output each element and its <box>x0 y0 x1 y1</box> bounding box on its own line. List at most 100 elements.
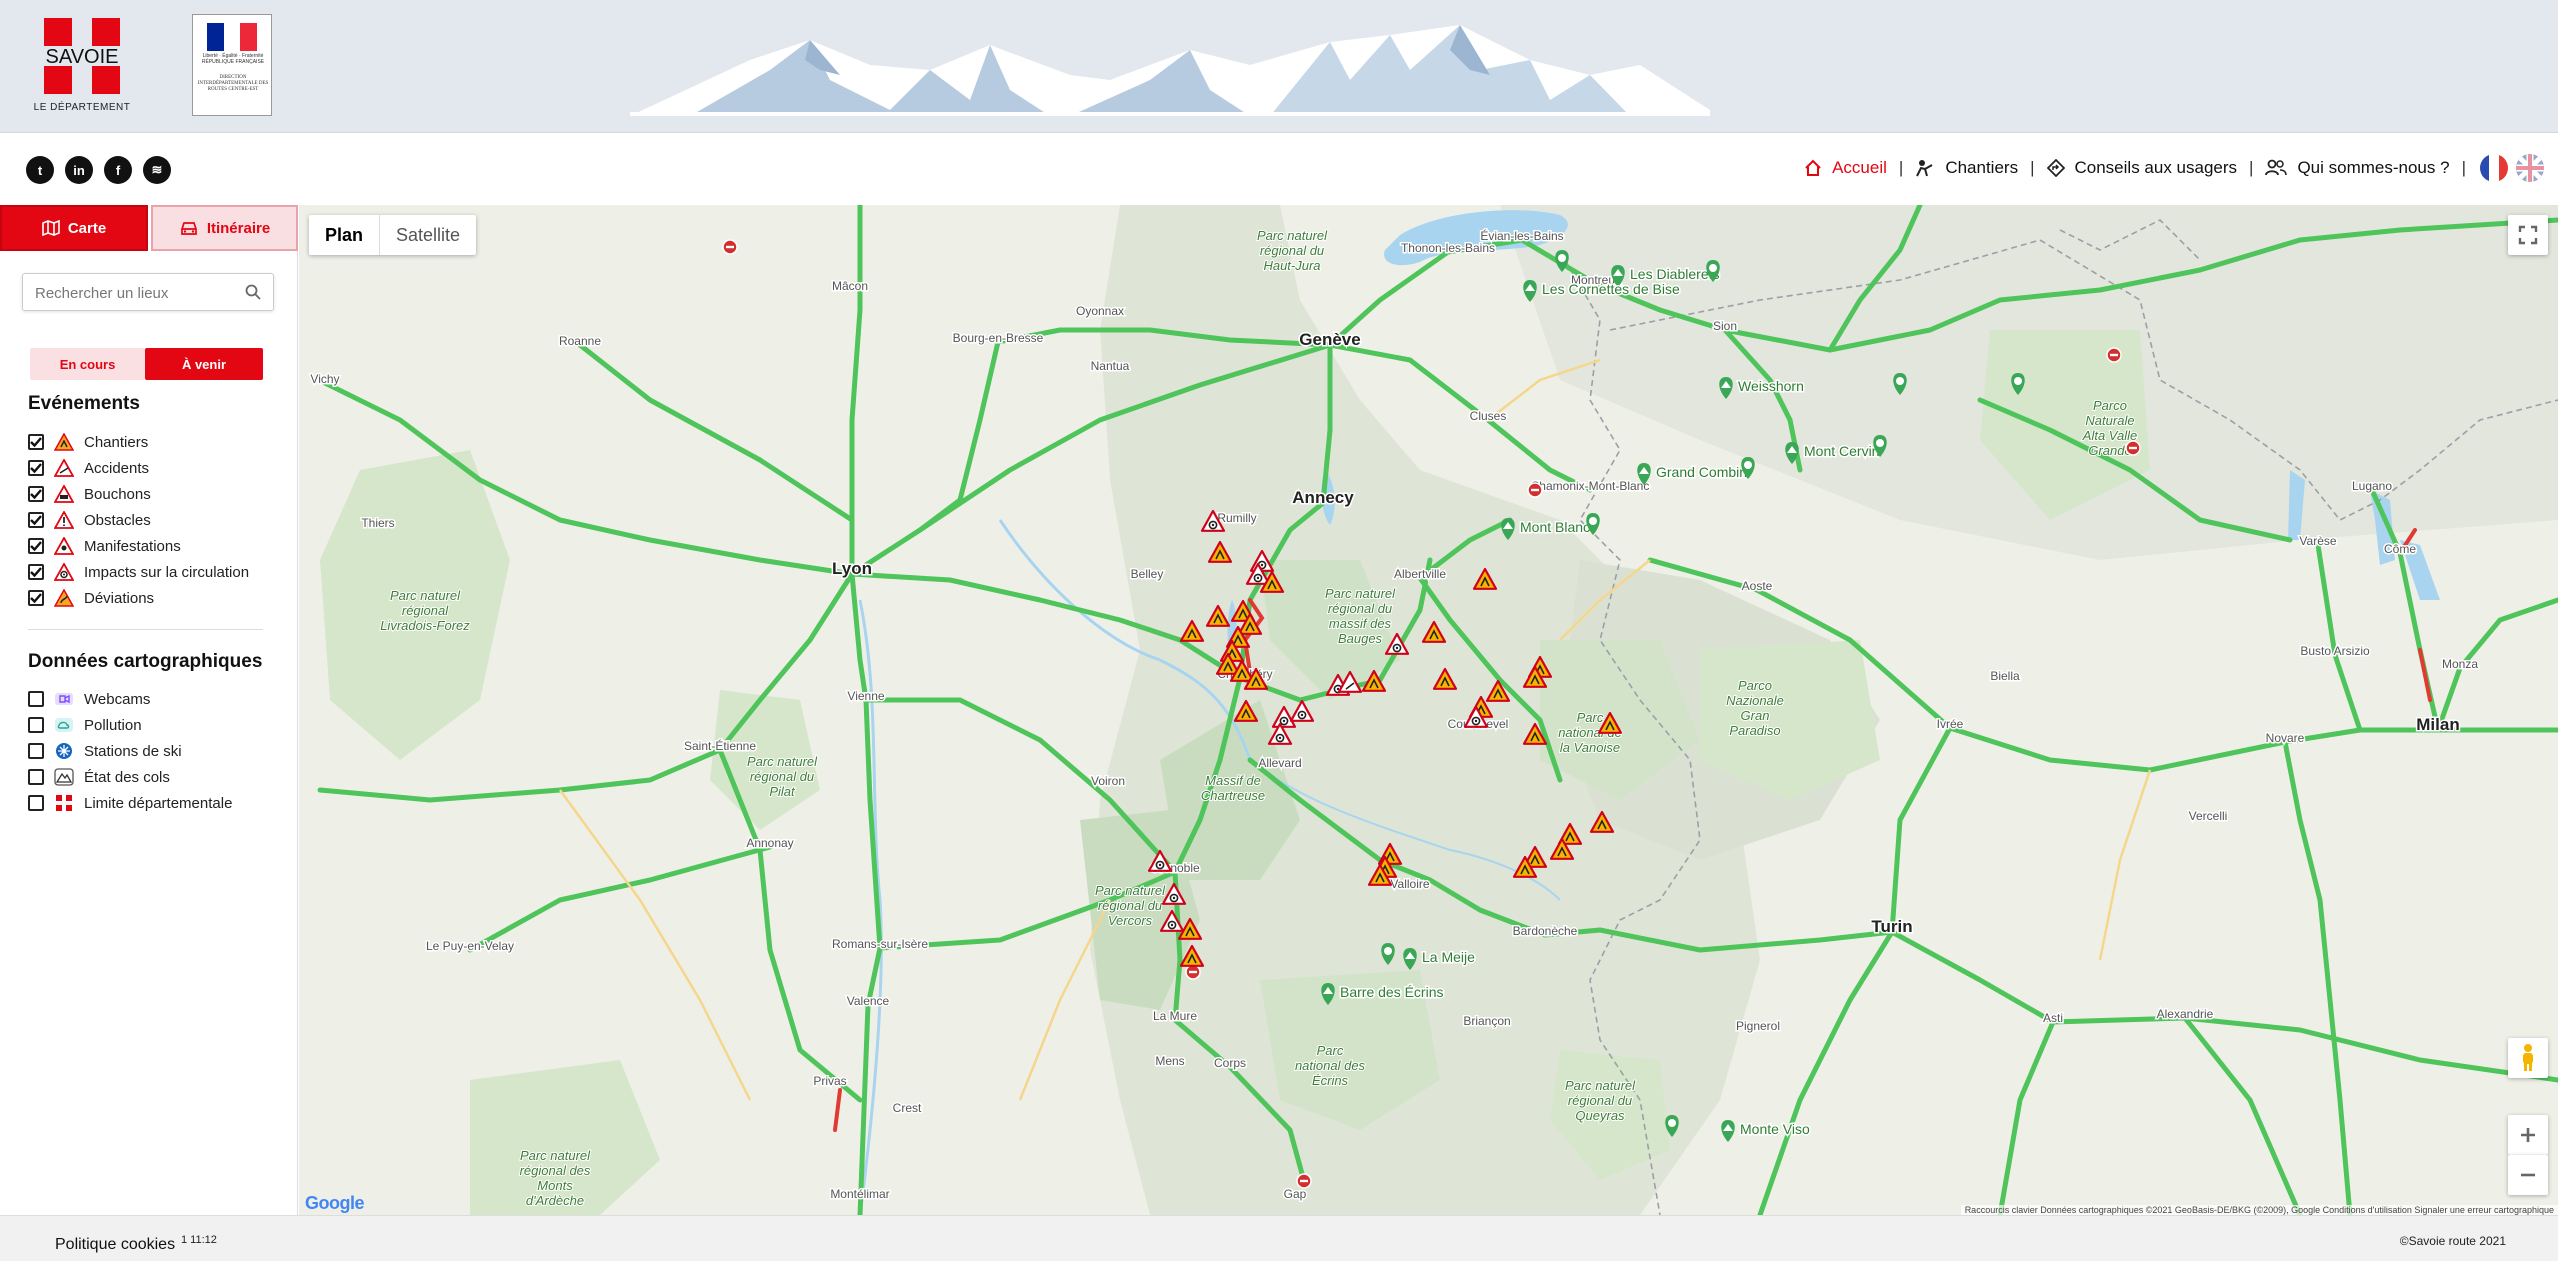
peak-label: Weisshorn <box>1738 378 1804 394</box>
checkbox[interactable] <box>28 434 44 450</box>
legend-label: État des cols <box>84 768 170 786</box>
logo-name: SAVOIE <box>45 46 119 68</box>
savoie-logo[interactable]: SAVOIE LE DÉPARTEMENT <box>26 18 138 114</box>
search-input[interactable] <box>35 282 235 304</box>
toggle-en-cours[interactable]: En cours <box>30 348 145 380</box>
checkbox[interactable] <box>28 717 44 733</box>
rss-icon[interactable]: ≋ <box>143 156 171 184</box>
facebook-icon[interactable]: f <box>104 156 132 184</box>
city-label: Belley <box>1131 567 1164 581</box>
check-icon <box>30 541 42 552</box>
lang-en-flag-icon[interactable] <box>2516 154 2544 182</box>
road-closed-icon[interactable] <box>1185 964 1201 980</box>
city-label: Briançon <box>1463 1014 1510 1028</box>
pollution-icon <box>54 715 74 735</box>
road-closed-icon[interactable] <box>1296 1173 1312 1189</box>
event-filter-impacts-sur-la-circulation[interactable]: Impacts sur la circulation <box>28 561 249 583</box>
main-menu: Accueil | Chantiers | Conseils aux usage… <box>1798 153 2544 183</box>
carto-filter-pollution[interactable]: Pollution <box>28 714 142 736</box>
car-icon <box>180 222 197 235</box>
city-label: Oyonnax <box>1076 304 1124 318</box>
city-label: Côme <box>2384 542 2416 556</box>
legend-label: Accidents <box>84 459 150 477</box>
street-view-pegman[interactable] <box>2508 1038 2548 1078</box>
road-closed-icon[interactable] <box>2106 347 2122 363</box>
checkbox[interactable] <box>28 691 44 707</box>
accident-icon <box>54 458 74 478</box>
event-filter-obstacles[interactable]: Obstacles <box>28 509 151 531</box>
nav-accueil[interactable]: Accueil <box>1798 158 1893 178</box>
checkbox[interactable] <box>28 795 44 811</box>
search-field[interactable] <box>22 273 274 311</box>
peak-label: Les Cornettes de Bise <box>1542 281 1680 297</box>
carto-filter-limite-d-partementale[interactable]: Limite départementale <box>28 792 232 814</box>
event-filter-bouchons[interactable]: Bouchons <box>28 483 151 505</box>
peak-label: Monte Viso <box>1740 1121 1810 1137</box>
city-label: Albertville <box>1394 567 1446 581</box>
event-filter-manifestations[interactable]: Manifestations <box>28 535 181 557</box>
minus-icon <box>2521 1173 2535 1177</box>
site-header: SAVOIE LE DÉPARTEMENT Liberté · Égalité … <box>0 0 2558 133</box>
zoom-out-button[interactable] <box>2508 1155 2548 1195</box>
event-filter-chantiers[interactable]: Chantiers <box>28 431 148 453</box>
checkbox[interactable] <box>28 460 44 476</box>
city-label: Ivrée <box>1937 717 1964 731</box>
webcam-icon <box>54 689 74 709</box>
road-closed-icon[interactable] <box>1527 482 1543 498</box>
check-icon <box>30 593 42 604</box>
departement-limit-icon <box>54 793 74 813</box>
city-label: Gap <box>1284 1187 1307 1201</box>
map[interactable]: GenèveLyonTurinMilanAnnecyGrenobleChambé… <box>299 205 2558 1215</box>
copyright: ©Savoie route 2021 <box>2399 1234 2506 1248</box>
map-type-plan[interactable]: Plan <box>309 215 379 255</box>
prefecture-logo[interactable]: Liberté · Égalité · Fraternité RÉPUBLIQU… <box>192 14 272 116</box>
carto-filter-webcams[interactable]: Webcams <box>28 688 150 710</box>
city-label: Genève <box>1299 330 1360 349</box>
city-label: Monza <box>2442 657 2478 671</box>
checkbox[interactable] <box>28 564 44 580</box>
city-label: Pignerol <box>1736 1019 1780 1033</box>
city-label: Turin <box>1871 917 1912 936</box>
city-label: Thonon-les-Bains <box>1401 241 1495 255</box>
checkbox[interactable] <box>28 743 44 759</box>
city-label: Valence <box>847 994 890 1008</box>
legend-label: Pollution <box>84 716 142 734</box>
zoom-in-button[interactable] <box>2508 1115 2548 1155</box>
twitter-icon[interactable]: t <box>26 156 54 184</box>
legend-label: Manifestations <box>84 537 181 555</box>
map-canvas[interactable]: GenèveLyonTurinMilanAnnecyGrenobleChambé… <box>299 205 2558 1215</box>
checkbox[interactable] <box>28 486 44 502</box>
carto-filter-stations-de-ski[interactable]: Stations de ski <box>28 740 182 762</box>
carto-filter--tat-des-cols[interactable]: État des cols <box>28 766 170 788</box>
events-title: Evénements <box>28 393 140 414</box>
mountains-banner <box>630 25 1710 116</box>
lang-fr-flag-icon[interactable] <box>2480 154 2508 182</box>
road-closed-icon[interactable] <box>722 239 738 255</box>
nav-chantiers[interactable]: Chantiers <box>1909 158 2024 178</box>
google-logo[interactable]: Google <box>305 1193 365 1214</box>
pegman-icon <box>2523 1044 2533 1071</box>
map-type-satellite[interactable]: Satellite <box>379 215 476 255</box>
peak-label: Mont Blanc <box>1520 519 1590 535</box>
event-filter-accidents[interactable]: Accidents <box>28 457 149 479</box>
linkedin-icon[interactable]: in <box>65 156 93 184</box>
nav-qui-sommes-nous[interactable]: Qui sommes-nous ? <box>2259 158 2455 178</box>
tab-itineraire[interactable]: Itinéraire <box>151 205 298 251</box>
nav-conseils[interactable]: Conseils aux usagers <box>2041 158 2244 178</box>
city-label: Milan <box>2416 715 2459 734</box>
tab-carte[interactable]: Carte <box>0 205 148 251</box>
toggle-a-venir[interactable]: À venir <box>145 348 263 380</box>
plus-icon <box>2521 1128 2535 1142</box>
road-closed-icon[interactable] <box>2125 440 2141 456</box>
fullscreen-button[interactable] <box>2508 215 2548 255</box>
checkbox[interactable] <box>28 590 44 606</box>
city-label: Novare <box>2266 731 2305 745</box>
event-filter-d-viations[interactable]: Déviations <box>28 587 154 609</box>
search-icon[interactable] <box>245 284 261 300</box>
map-attribution[interactable]: Raccourcis clavier Données cartographiqu… <box>1960 1205 2558 1215</box>
cookie-policy-link[interactable]: Politique cookies <box>55 1236 175 1254</box>
checkbox[interactable] <box>28 538 44 554</box>
checkbox[interactable] <box>28 769 44 785</box>
checkbox[interactable] <box>28 512 44 528</box>
footer: Politique cookies 1 11:12 ©Savoie route … <box>0 1215 2558 1261</box>
